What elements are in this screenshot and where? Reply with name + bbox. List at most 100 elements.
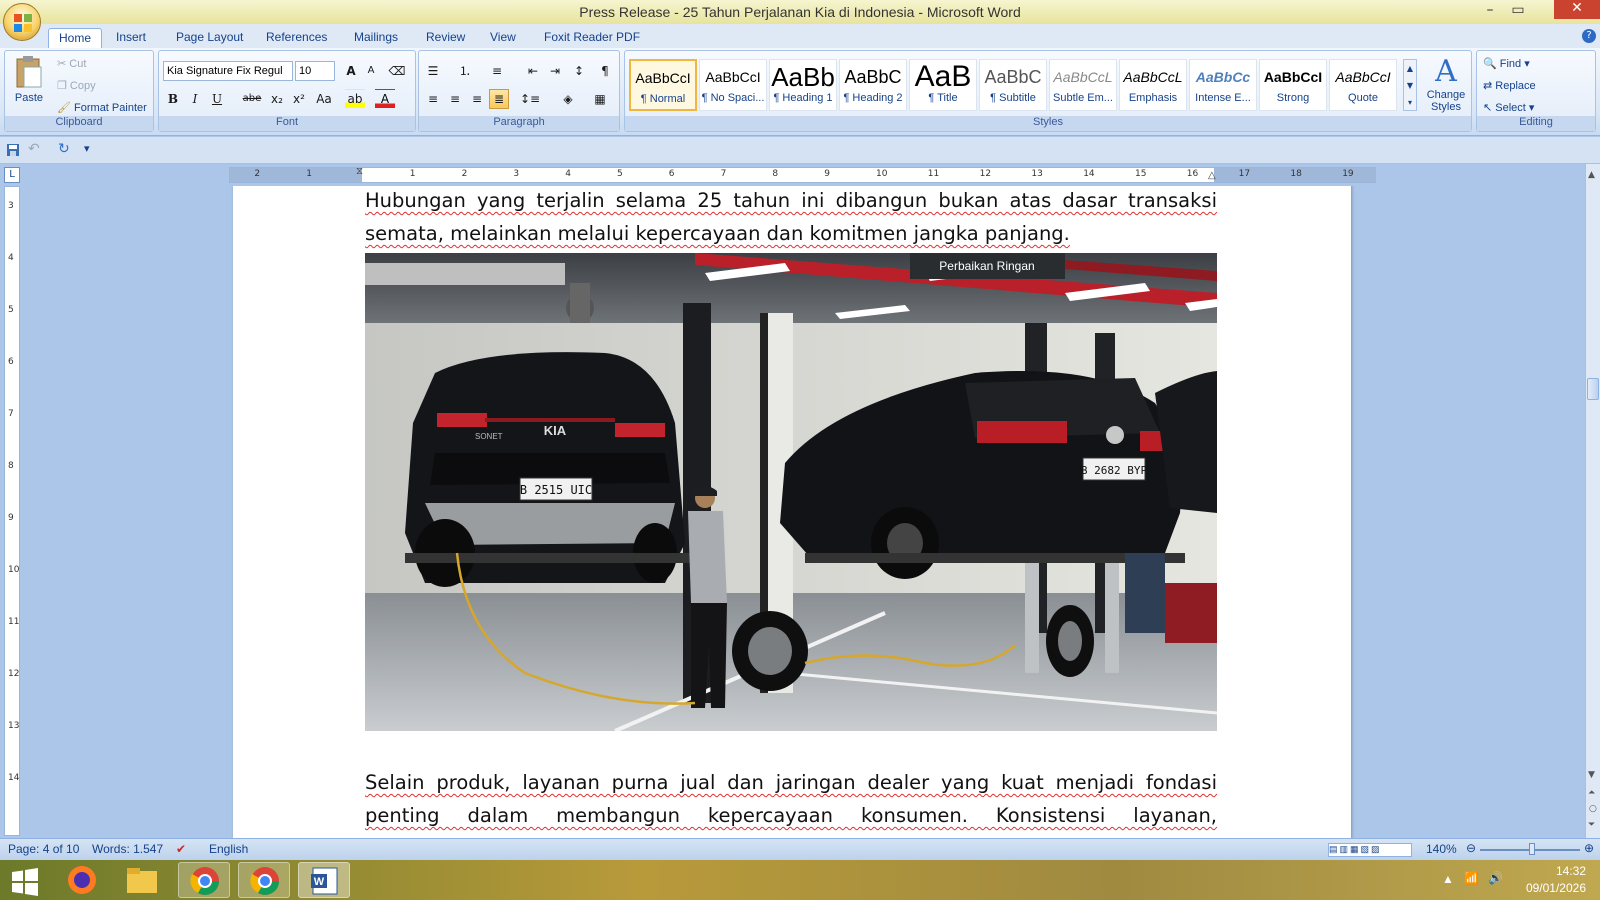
show-hidden-icons[interactable]: ▲ bbox=[1442, 872, 1454, 886]
tab-selector-icon[interactable]: L bbox=[4, 167, 20, 183]
scroll-up-icon[interactable]: ▲ bbox=[1588, 170, 1595, 180]
change-case-button[interactable]: Aa bbox=[311, 89, 337, 109]
workshop-photo[interactable]: Perbaikan Ringan B 2515 UIC KIA SONET B … bbox=[365, 253, 1217, 731]
style-title[interactable]: AaB ¶ Title bbox=[909, 59, 977, 111]
word-count[interactable]: Words: 1.547 bbox=[92, 842, 163, 856]
vertical-scrollbar[interactable]: ▲ ▼ ⏶ ○ ⏷ bbox=[1585, 164, 1600, 838]
volume-icon[interactable]: 🔊 bbox=[1488, 871, 1503, 885]
shading-icon[interactable]: ◈ bbox=[553, 89, 583, 109]
tab-view[interactable]: View bbox=[480, 28, 526, 48]
file-explorer-icon[interactable] bbox=[116, 862, 168, 898]
superscript-button[interactable]: x² bbox=[289, 89, 309, 109]
style-quote[interactable]: AaBbCcI Quote bbox=[1329, 59, 1397, 111]
style-subtle-emphasis[interactable]: AaBbCcL Subtle Em... bbox=[1049, 59, 1117, 111]
font-color-icon[interactable]: A bbox=[375, 89, 395, 109]
find-button[interactable]: 🔍 Find ▾ bbox=[1483, 57, 1530, 70]
tab-foxit[interactable]: Foxit Reader PDF bbox=[534, 28, 650, 48]
paste-button[interactable]: Paste bbox=[9, 55, 49, 117]
tab-page-layout[interactable]: Page Layout bbox=[166, 28, 253, 48]
next-page-icon[interactable]: ⏷ bbox=[1588, 820, 1595, 830]
bold-button[interactable]: B bbox=[163, 89, 183, 109]
font-size-combo[interactable]: 10 bbox=[295, 61, 335, 81]
style-emphasis[interactable]: AaBbCcL Emphasis bbox=[1119, 59, 1187, 111]
prev-page-icon[interactable]: ⏶ bbox=[1588, 788, 1595, 798]
proofing-icon[interactable]: ✔ bbox=[176, 842, 186, 856]
align-right-icon[interactable]: ≡ bbox=[467, 89, 487, 109]
align-left-icon[interactable]: ≡ bbox=[423, 89, 443, 109]
multilevel-list-icon[interactable]: ≡ bbox=[487, 61, 507, 81]
redo-icon[interactable]: ↻ bbox=[58, 141, 70, 157]
vertical-ruler[interactable]: 3 4 5 6 7 8 9 10 11 12 13 14 bbox=[4, 186, 20, 836]
right-indent-marker-icon[interactable]: △ bbox=[1208, 170, 1216, 181]
style-no-spacing[interactable]: AaBbCcI ¶ No Spaci... bbox=[699, 59, 767, 111]
word-icon[interactable]: W bbox=[298, 862, 350, 898]
italic-button[interactable]: I bbox=[185, 89, 205, 109]
format-painter-button[interactable]: 🖌 Format Painter bbox=[57, 101, 147, 114]
minimize-button[interactable]: – bbox=[1478, 2, 1502, 20]
style-intense-emphasis[interactable]: AaBbCc Intense E... bbox=[1189, 59, 1257, 111]
tab-home[interactable]: Home bbox=[48, 28, 103, 48]
office-button[interactable] bbox=[3, 3, 41, 41]
tab-mailings[interactable]: Mailings bbox=[344, 28, 408, 48]
chrome-profile-icon[interactable] bbox=[238, 862, 290, 898]
subscript-button[interactable]: x₂ bbox=[267, 89, 287, 109]
language-indicator[interactable]: English bbox=[209, 842, 248, 856]
save-icon[interactable] bbox=[6, 143, 20, 157]
tab-review[interactable]: Review bbox=[416, 28, 475, 48]
style-heading-1[interactable]: AaBb ¶ Heading 1 bbox=[769, 59, 837, 111]
undo-icon[interactable]: ↶ bbox=[28, 141, 40, 157]
paragraph-1[interactable]: Hubungan yang terjalin selama 25 tahun i… bbox=[365, 186, 1217, 250]
numbering-icon[interactable]: ⒈ bbox=[455, 61, 475, 81]
change-styles-button[interactable]: A Change Styles bbox=[1423, 55, 1469, 114]
zoom-out-icon[interactable]: ⊖ bbox=[1466, 841, 1476, 855]
tab-insert[interactable]: Insert bbox=[106, 28, 156, 48]
scroll-down-icon[interactable]: ▼ bbox=[1588, 770, 1595, 780]
bullets-icon[interactable]: ☰ bbox=[423, 61, 443, 81]
increase-indent-icon[interactable]: ⇥ bbox=[545, 61, 565, 81]
network-icon[interactable]: 📶 bbox=[1464, 871, 1479, 885]
style-strong[interactable]: AaBbCcI Strong bbox=[1259, 59, 1327, 111]
start-button[interactable] bbox=[0, 862, 50, 898]
shrink-font-button[interactable]: A bbox=[361, 61, 381, 81]
scroll-thumb[interactable] bbox=[1587, 378, 1599, 400]
close-button[interactable]: ✕ bbox=[1554, 0, 1600, 19]
clock-date[interactable]: 09/01/2026 bbox=[1514, 881, 1586, 895]
show-hide-button[interactable]: ¶ bbox=[595, 61, 615, 81]
indent-marker-icon[interactable]: ⧖ bbox=[356, 166, 363, 177]
style-subtitle[interactable]: AaBbC ¶ Subtitle bbox=[979, 59, 1047, 111]
line-spacing-icon[interactable]: ↕≡ bbox=[515, 89, 545, 109]
sort-icon[interactable]: ↕ bbox=[569, 61, 589, 81]
font-name-combo[interactable]: Kia Signature Fix Regul bbox=[163, 61, 293, 81]
tab-references[interactable]: References bbox=[256, 28, 337, 48]
cut-button[interactable]: ✂ Cut bbox=[57, 57, 86, 70]
paragraph-2[interactable]: Selain produk, layanan purna jual dan ja… bbox=[365, 766, 1217, 838]
decrease-indent-icon[interactable]: ⇤ bbox=[523, 61, 543, 81]
styles-scroll[interactable]: ▲ ▼ ▾ bbox=[1403, 59, 1417, 111]
grow-font-button[interactable]: A bbox=[341, 61, 361, 81]
horizontal-ruler[interactable]: 2 1 1 2 3 4 5 6 7 8 9 10 11 12 13 14 15 16 17 18 19 ⧖ △ bbox=[229, 166, 1376, 183]
align-center-icon[interactable]: ≡ bbox=[445, 89, 465, 109]
highlight-icon[interactable]: ab bbox=[345, 89, 365, 109]
copy-button[interactable]: ❐ Copy bbox=[57, 79, 96, 92]
strikethrough-button[interactable]: abe bbox=[239, 89, 265, 109]
zoom-slider-thumb[interactable] bbox=[1529, 843, 1535, 855]
select-button[interactable]: ↖ Select ▾ bbox=[1483, 101, 1534, 114]
borders-icon[interactable]: ▦ bbox=[587, 89, 613, 109]
clear-format-icon[interactable]: ⌫ bbox=[387, 61, 407, 81]
underline-button[interactable]: U bbox=[207, 89, 227, 109]
browse-object-icon[interactable]: ○ bbox=[1589, 804, 1597, 814]
clock-time[interactable]: 14:32 bbox=[1526, 864, 1586, 878]
style-heading-2[interactable]: AaBbC ¶ Heading 2 bbox=[839, 59, 907, 111]
customize-qat-icon[interactable]: ▾ bbox=[84, 142, 90, 155]
style-normal[interactable]: AaBbCcI ¶ Normal bbox=[629, 59, 697, 111]
justify-icon[interactable]: ≣ bbox=[489, 89, 509, 109]
replace-button[interactable]: ⇄ Replace bbox=[1483, 79, 1536, 92]
zoom-in-icon[interactable]: ⊕ bbox=[1584, 841, 1594, 855]
chrome-icon[interactable] bbox=[178, 862, 230, 898]
maximize-button[interactable]: ▭ bbox=[1506, 2, 1530, 20]
view-buttons-icon[interactable]: ▤▥▦▧▨ bbox=[1328, 843, 1412, 857]
page-count[interactable]: Page: 4 of 10 bbox=[8, 842, 79, 856]
firefox-icon[interactable] bbox=[56, 862, 108, 898]
help-icon[interactable]: ? bbox=[1582, 29, 1596, 43]
zoom-level[interactable]: 140% bbox=[1426, 842, 1457, 856]
